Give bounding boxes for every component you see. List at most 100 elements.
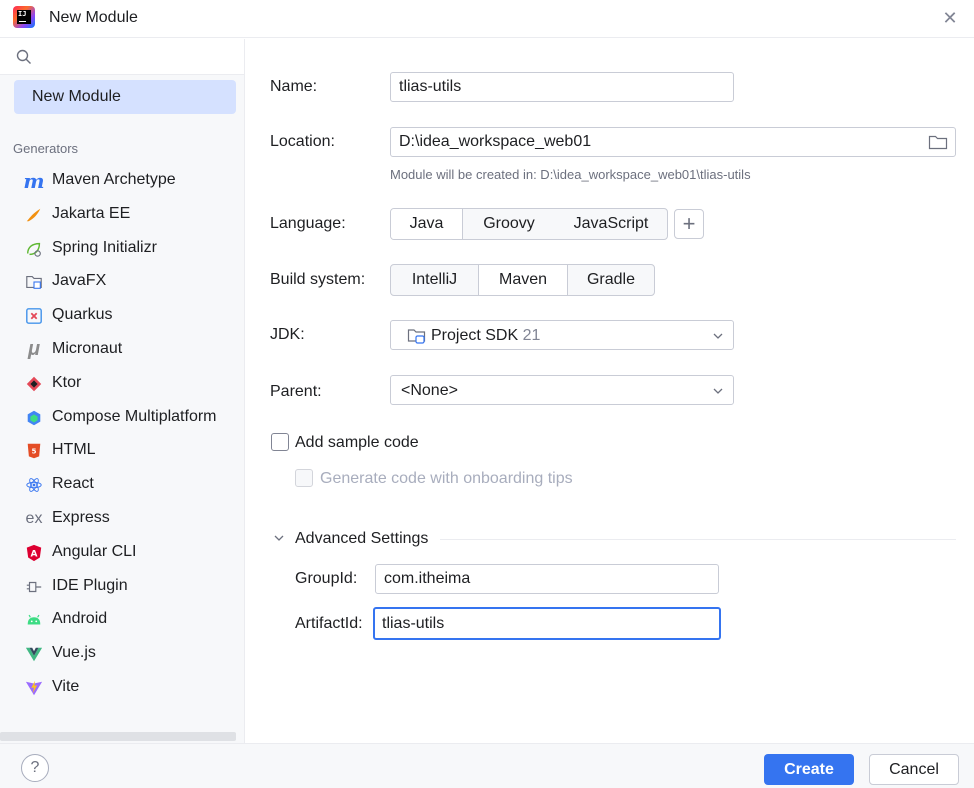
generator-item-quarkus[interactable]: Quarkus [0, 299, 244, 333]
chevron-down-icon [713, 333, 723, 339]
close-icon[interactable]: ✕ [938, 6, 962, 30]
search-box [0, 39, 244, 75]
sidebar-scrollbar[interactable] [0, 732, 236, 741]
generator-label: Maven Archetype [52, 171, 176, 188]
generator-label: Angular CLI [52, 542, 137, 560]
vite-icon [24, 678, 44, 698]
generator-label: Spring Initializr [52, 238, 157, 256]
generator-label: Compose Multiplatform [52, 407, 217, 425]
generator-item-express[interactable]: ex Express [0, 502, 244, 536]
generator-item-vue-js[interactable]: Vue.js [0, 637, 244, 671]
language-segmented: Java Groovy JavaScript [390, 208, 668, 240]
generator-label: JavaFX [52, 272, 107, 290]
window-title: New Module [49, 9, 138, 26]
quarkus-icon [24, 306, 44, 326]
generator-item-compose-multiplatform[interactable]: Compose Multiplatform [0, 401, 244, 435]
create-button[interactable]: Create [764, 754, 854, 785]
generator-label: React [52, 475, 94, 493]
sdk-folder-icon [407, 329, 426, 344]
generator-item-react[interactable]: React [0, 468, 244, 502]
jdk-label: JDK: [270, 326, 305, 343]
html5-icon: 5 [24, 441, 44, 461]
generator-label: Vite [52, 677, 80, 695]
generator-item-html[interactable]: 5 HTML [0, 434, 244, 468]
language-option-javascript[interactable]: JavaScript [555, 209, 667, 239]
build-system-label: Build system: [270, 271, 366, 288]
location-hint: Module will be created in: D:\idea_works… [390, 167, 751, 182]
intellij-logo-icon: IJ [13, 6, 35, 28]
jdk-version: 21 [522, 327, 541, 344]
generator-item-ide-plugin[interactable]: IDE Plugin [0, 570, 244, 604]
jakarta-ee-icon [24, 205, 44, 225]
plus-icon[interactable]: + [674, 209, 704, 239]
svg-text:A: A [31, 549, 38, 559]
generator-label: Micronaut [52, 339, 123, 357]
generator-item-javafx[interactable]: JavaFX [0, 265, 244, 299]
jdk-value: Project SDK [431, 327, 519, 344]
build-option-gradle[interactable]: Gradle [568, 265, 654, 295]
build-option-maven[interactable]: Maven [478, 265, 568, 295]
generator-item-vite[interactable]: Vite [0, 671, 244, 705]
generator-label: Ktor [52, 373, 82, 391]
sidebar-item-new-module[interactable]: New Module [14, 80, 236, 114]
plugin-icon [24, 577, 44, 597]
spring-icon [24, 239, 44, 259]
generator-label: IDE Plugin [52, 576, 128, 594]
javafx-icon [24, 272, 44, 292]
name-label: Name: [270, 78, 318, 95]
build-option-intellij[interactable]: IntelliJ [391, 265, 478, 295]
generators-list: m Maven Archetype Jakarta EE Spring Initial… [0, 164, 244, 705]
svg-text:5: 5 [31, 447, 36, 456]
search-input[interactable] [40, 45, 236, 69]
build-system-segmented: IntelliJ Maven Gradle [390, 264, 655, 296]
parent-dropdown[interactable]: <None> [390, 375, 734, 405]
jdk-dropdown[interactable]: Project SDK 21 [390, 320, 734, 350]
group-id-field[interactable] [375, 564, 719, 594]
cancel-button[interactable]: Cancel [869, 754, 959, 785]
generators-group-label: Generators [13, 141, 79, 156]
artifact-id-field[interactable] [373, 607, 721, 640]
generator-item-maven-archetype[interactable]: m Maven Archetype [0, 164, 244, 198]
generator-label: HTML [52, 441, 96, 459]
compose-icon [24, 408, 44, 428]
artifact-id-label: ArtifactId: [295, 615, 363, 632]
android-icon [24, 610, 44, 630]
language-option-java[interactable]: Java [391, 209, 463, 239]
generator-item-android[interactable]: Android [0, 603, 244, 637]
add-sample-code-checkbox[interactable] [271, 433, 289, 451]
chevron-down-icon [713, 388, 723, 394]
dialog-footer: ? Create Cancel [0, 743, 974, 788]
location-field[interactable] [390, 127, 956, 157]
react-icon [24, 475, 44, 495]
group-id-label: GroupId: [295, 570, 358, 587]
generator-label: Express [52, 508, 110, 526]
chevron-down-icon[interactable] [272, 531, 286, 545]
generator-label: Android [52, 610, 108, 628]
advanced-settings-title[interactable]: Advanced Settings [295, 530, 428, 548]
generator-item-ktor[interactable]: Ktor [0, 367, 244, 401]
section-divider [440, 539, 956, 540]
onboarding-tips-checkbox[interactable] [295, 469, 313, 487]
express-icon: ex [25, 509, 43, 527]
help-button[interactable]: ? [21, 754, 49, 782]
generator-label: Vue.js [52, 644, 96, 662]
generator-item-micronaut[interactable]: μ Micronaut [0, 333, 244, 367]
language-option-groovy[interactable]: Groovy [463, 209, 555, 239]
parent-value: <None> [401, 382, 458, 399]
search-icon [16, 49, 31, 64]
add-sample-code-label: Add sample code [295, 434, 419, 451]
angular-icon: A [24, 543, 44, 563]
generator-item-angular-cli[interactable]: A Angular CLI [0, 536, 244, 570]
generator-item-jakarta-ee[interactable]: Jakarta EE [0, 198, 244, 232]
generator-item-spring-initializr[interactable]: Spring Initializr [0, 232, 244, 266]
vue-icon [24, 644, 44, 664]
generator-label: Jakarta EE [52, 204, 131, 222]
folder-icon[interactable] [928, 133, 948, 151]
generator-label: Quarkus [52, 306, 113, 324]
sidebar-item-label: New Module [32, 88, 121, 105]
maven-icon: m [23, 169, 45, 193]
onboarding-tips-label: Generate code with onboarding tips [320, 470, 573, 487]
name-field[interactable] [390, 72, 734, 102]
micronaut-icon: μ [27, 338, 41, 361]
ktor-icon [24, 374, 44, 394]
